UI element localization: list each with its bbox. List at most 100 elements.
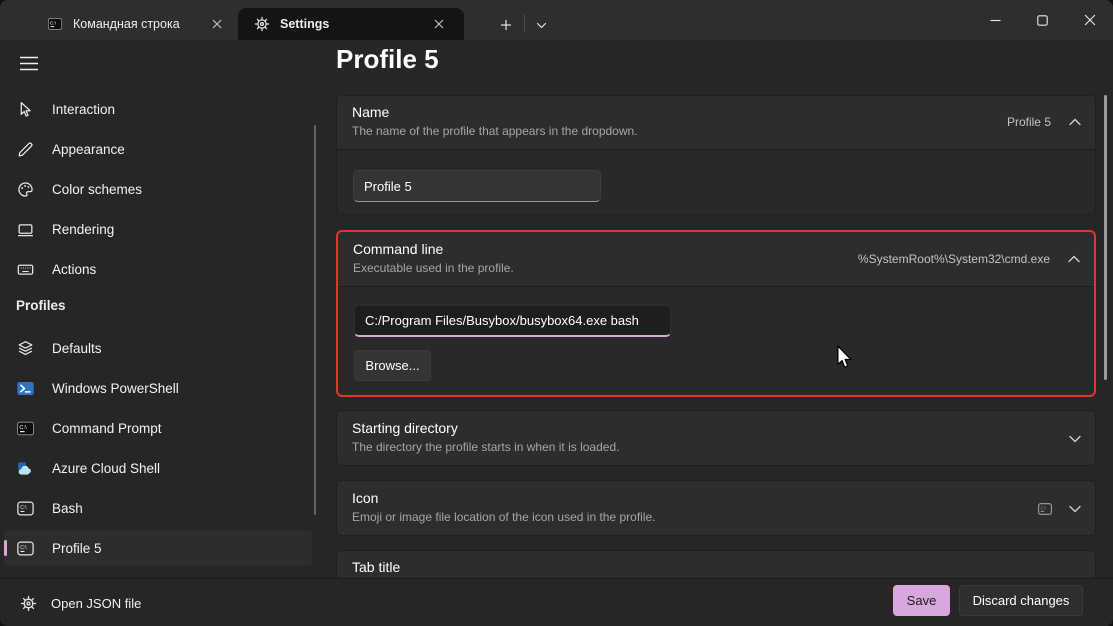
icon-expander-header[interactable]: Icon Emoji or image file location of the… [337, 481, 1095, 537]
svg-text:C:\: C:\ [19, 424, 27, 430]
command-line-input[interactable] [354, 305, 671, 337]
rendering-icon [16, 220, 35, 239]
sidebar-item-label: Rendering [52, 222, 114, 237]
maximize-button[interactable] [1019, 0, 1066, 40]
sidebar-item-label: Command Prompt [52, 421, 162, 436]
browse-button[interactable]: Browse... [354, 350, 431, 381]
selected-indicator [4, 540, 7, 556]
color-schemes-icon [16, 180, 35, 199]
tab-label: Settings [280, 17, 329, 31]
svg-text:C:\: C:\ [50, 20, 57, 26]
setting-description: Executable used in the profile. [353, 261, 514, 275]
chevron-up-icon[interactable] [1068, 116, 1082, 128]
setting-title: Icon [352, 490, 378, 506]
sidebar-item-label: Actions [52, 262, 96, 277]
maximize-icon [1037, 15, 1048, 26]
sidebar-item-appearance[interactable]: Appearance [4, 131, 312, 167]
name-expander-header[interactable]: Name The name of the profile that appear… [337, 96, 1095, 148]
sidebar-item-windows-powershell[interactable]: Windows PowerShell [4, 370, 312, 406]
footer-bar: Open JSON file Save Discard changes [0, 578, 1113, 626]
minimize-button[interactable] [972, 0, 1019, 40]
new-tab-button[interactable] [492, 12, 520, 38]
gear-icon [20, 595, 37, 612]
actions-icon [16, 260, 35, 279]
setting-description: Emoji or image file location of the icon… [352, 510, 656, 524]
chevron-up-icon[interactable] [1067, 253, 1081, 265]
titlebar-divider [524, 14, 525, 33]
command-line-expander-body: Browse... [338, 286, 1094, 395]
close-window-button[interactable] [1066, 0, 1113, 40]
plus-icon [500, 19, 512, 31]
icon-section: Icon Emoji or image file location of the… [336, 480, 1096, 536]
name-expander-body [337, 149, 1095, 214]
setting-title: Starting directory [352, 420, 458, 436]
sidebar-item-color-schemes[interactable]: Color schemes [4, 171, 312, 207]
profile-icon-preview: C:\ [1037, 501, 1053, 517]
hamburger-icon [19, 55, 39, 72]
open-json-file-button[interactable]: Open JSON file [10, 586, 151, 620]
sidebar-item-label: Windows PowerShell [52, 381, 179, 396]
sidebar-item-label: Bash [52, 501, 83, 516]
sidebar-item-profile-5[interactable]: C:\ Profile 5 [4, 530, 312, 566]
appearance-icon [16, 140, 35, 159]
name-section: Name The name of the profile that appear… [336, 95, 1096, 215]
interaction-icon [16, 100, 35, 119]
command-prompt-icon: C:\ [47, 16, 63, 32]
sidebar-item-azure-cloud-shell[interactable]: Azure Cloud Shell [4, 450, 312, 486]
close-icon [1084, 14, 1096, 26]
svg-text:C:\: C:\ [1041, 506, 1047, 511]
minimize-icon [990, 15, 1001, 26]
discard-changes-button[interactable]: Discard changes [959, 585, 1083, 616]
command-line-section: Command line Executable used in the prof… [336, 230, 1096, 397]
close-tab-icon[interactable] [206, 13, 228, 35]
chevron-down-icon[interactable] [1068, 433, 1082, 445]
navigation-menu-button[interactable] [10, 48, 48, 78]
command-line-expander-header[interactable]: Command line Executable used in the prof… [338, 232, 1094, 285]
defaults-icon [16, 339, 35, 358]
setting-preview-value: %SystemRoot%\System32\cmd.exe [858, 252, 1050, 266]
setting-description: The name of the profile that appears in … [352, 124, 638, 138]
tab-title-expander-header[interactable]: Tab title [337, 551, 1095, 578]
save-button[interactable]: Save [893, 585, 950, 616]
content-scrollbar[interactable] [1104, 95, 1107, 380]
chevron-down-icon [536, 20, 547, 31]
chevron-down-icon[interactable] [1068, 503, 1082, 515]
tab-dropdown-button[interactable] [528, 12, 554, 38]
close-tab-icon[interactable] [428, 13, 450, 35]
azure-cloud-icon [16, 459, 35, 478]
setting-description: The directory the profile starts in when… [352, 440, 619, 454]
setting-title: Name [352, 104, 389, 120]
bash-icon: C:\ [16, 499, 35, 518]
svg-text:C:\: C:\ [20, 505, 27, 511]
sidebar-item-label: Appearance [52, 142, 125, 157]
sidebar-item-bash[interactable]: C:\ Bash [4, 490, 312, 526]
titlebar: C:\ Командная строка Settings [0, 0, 1113, 40]
setting-preview-value: Profile 5 [1007, 115, 1051, 129]
profile-name-input[interactable] [353, 170, 601, 202]
windows-terminal-settings-window: C:\ Командная строка Settings [0, 0, 1113, 626]
open-json-file-label: Open JSON file [51, 596, 141, 611]
sidebar-item-interaction[interactable]: Interaction [4, 91, 312, 127]
sidebar-item-command-prompt[interactable]: C:\ Command Prompt [4, 410, 312, 446]
sidebar-item-label: Interaction [52, 102, 115, 117]
sidebar-item-actions[interactable]: Actions [4, 251, 312, 287]
sidebar-item-defaults[interactable]: Defaults [4, 330, 312, 366]
tab-command-prompt-terminal[interactable]: C:\ Командная строка [33, 8, 236, 40]
powershell-icon [16, 379, 35, 398]
tab-title-section: Tab title [336, 550, 1096, 578]
starting-directory-section: Starting directory The directory the pro… [336, 410, 1096, 466]
sidebar-item-label: Profile 5 [52, 541, 102, 556]
svg-text:C:\: C:\ [20, 545, 27, 551]
tab-settings[interactable]: Settings [238, 8, 464, 40]
setting-title: Command line [353, 241, 443, 257]
tab-label: Командная строка [73, 17, 180, 31]
sidebar-item-label: Defaults [52, 341, 102, 356]
gear-icon [254, 16, 270, 32]
page-title: Profile 5 [336, 44, 439, 75]
sidebar-scrollbar[interactable] [314, 125, 316, 515]
sidebar-item-rendering[interactable]: Rendering [4, 211, 312, 247]
profiles-section-header: Profiles [16, 298, 66, 313]
command-prompt-icon: C:\ [16, 419, 35, 438]
starting-directory-expander-header[interactable]: Starting directory The directory the pro… [337, 411, 1095, 467]
sidebar-item-label: Azure Cloud Shell [52, 461, 160, 476]
